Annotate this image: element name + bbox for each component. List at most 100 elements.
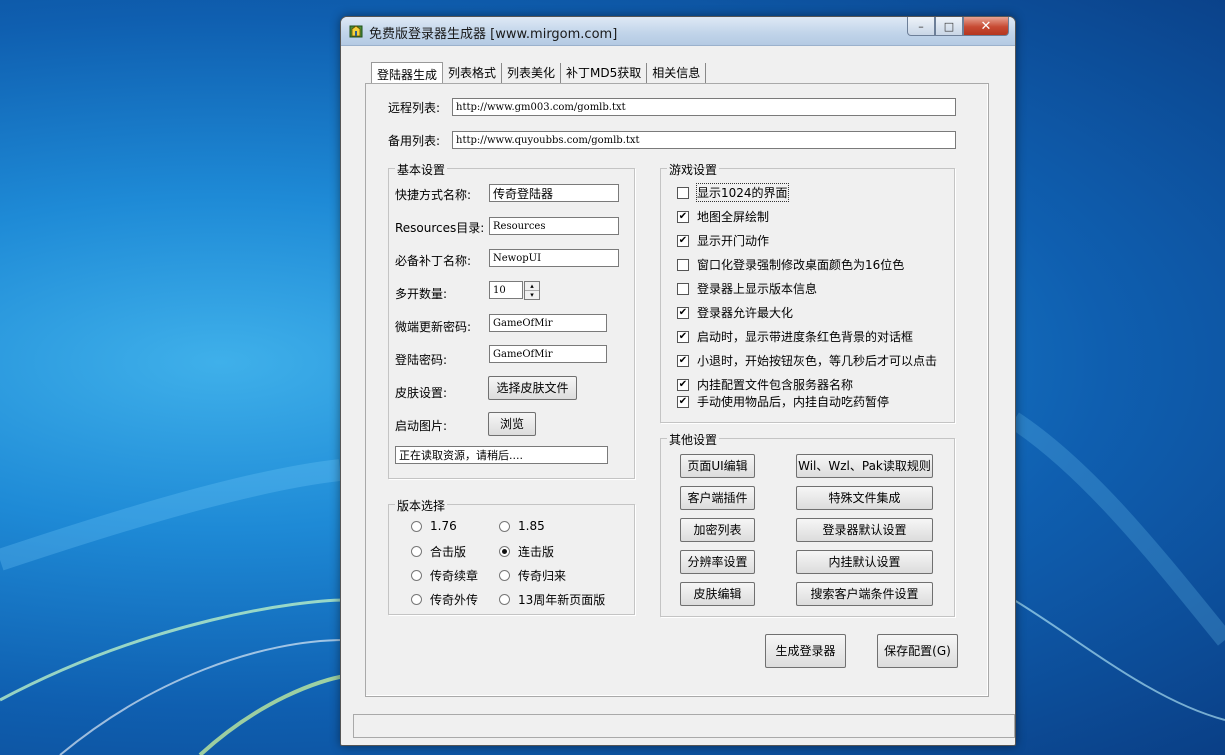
game-setting-checkbox[interactable]: ✔ 启动时，显示带进度条红色背景的对话框 (677, 328, 913, 345)
window-title: 免费版登录器生成器 [www.mirgom.com] (369, 27, 618, 42)
browse-button[interactable]: 浏览 (488, 412, 536, 436)
title-bar[interactable]: 免费版登录器生成器 [www.mirgom.com] – □ ✕ (341, 17, 1015, 46)
version-option[interactable]: 1.76 (411, 519, 457, 533)
close-button[interactable]: ✕ (963, 17, 1009, 36)
minimize-button[interactable]: – (907, 17, 935, 36)
multi-open-spinner[interactable]: ▴ ▾ (524, 281, 540, 300)
search-client-button[interactable]: 搜索客户端条件设置 (796, 582, 933, 606)
radio-icon[interactable] (499, 594, 510, 605)
other-settings-group: 其他设置 页面UI编辑 Wil、Wzl、Pak读取规则 客户端插件 特殊文件集成… (660, 431, 955, 617)
skin-settings-label: 皮肤设置: (395, 386, 448, 400)
game-setting-label: 手动使用物品后，内挂自动吃药暂停 (697, 395, 890, 409)
game-setting-label: 显示开门动作 (697, 234, 770, 248)
special-files-button[interactable]: 特殊文件集成 (796, 486, 933, 510)
loading-status-field: 正在读取资源，请稍后.... (395, 446, 608, 464)
game-setting-checkbox[interactable]: ✔ 登录器允许最大化 (677, 304, 793, 321)
radio-icon[interactable] (499, 546, 510, 557)
checkmark-icon[interactable]: ✔ (677, 306, 689, 319)
resources-dir-label: Resources目录: (395, 221, 485, 235)
skin-edit-button[interactable]: 皮肤编辑 (680, 582, 755, 606)
resolution-button[interactable]: 分辨率设置 (680, 550, 755, 574)
checkmark-icon[interactable]: ✔ (677, 210, 689, 223)
page-ui-edit-button[interactable]: 页面UI编辑 (680, 454, 755, 478)
generator-page: 远程列表: http://www.gm003.com/gomlb.txt 备用列… (365, 83, 989, 697)
version-option[interactable]: 传奇归来 (499, 567, 566, 584)
spin-up-icon[interactable]: ▴ (525, 282, 539, 291)
game-setting-checkbox[interactable]: ✔ 小退时，开始按钮灰色，等几秒后才可以点击 (677, 352, 937, 369)
radio-selected-dot (502, 549, 507, 554)
checkmark-icon[interactable]: ✔ (677, 354, 689, 367)
checkmark-icon[interactable]: ✔ (677, 378, 689, 391)
login-password-input[interactable]: GameOfMir (489, 345, 607, 363)
game-setting-checkbox[interactable]: ✔ 显示开门动作 (677, 232, 769, 249)
radio-icon[interactable] (411, 546, 422, 557)
game-setting-checkbox[interactable]: 显示1024的界面 (677, 183, 789, 202)
version-option[interactable]: 连击版 (499, 543, 554, 560)
multi-open-input[interactable]: 10 (489, 281, 523, 299)
version-option[interactable]: 合击版 (411, 543, 466, 560)
app-icon (349, 25, 363, 38)
maximize-icon: □ (943, 19, 955, 33)
checkmark-icon[interactable]: ✔ (677, 234, 689, 247)
checkbox-icon[interactable] (677, 186, 689, 199)
close-icon: ✕ (980, 18, 992, 34)
checkbox-icon[interactable] (677, 282, 689, 295)
shortcut-name-label: 快捷方式名称: (395, 188, 472, 202)
game-setting-label: 内挂配置文件包含服务器名称 (697, 378, 854, 392)
radio-icon[interactable] (499, 570, 510, 581)
choose-skin-button[interactable]: 选择皮肤文件 (488, 376, 577, 400)
encrypt-list-button[interactable]: 加密列表 (680, 518, 755, 542)
save-config-button[interactable]: 保存配置(G) (877, 634, 958, 668)
radio-icon[interactable] (499, 520, 510, 532)
version-group: 版本选择 1.76 1.85 合击版 连击版 传奇续章 传奇归来 传奇外传 13周年新页面版 (388, 497, 635, 615)
version-option-label: 1.85 (518, 519, 545, 533)
update-password-input[interactable]: GameOfMir (489, 314, 607, 332)
game-setting-checkbox[interactable]: ✔ 手动使用物品后，内挂自动吃药暂停 (677, 393, 889, 410)
shortcut-name-input[interactable]: 传奇登陆器 (489, 184, 619, 202)
patch-name-input[interactable]: NewopUI (489, 249, 619, 267)
game-setting-checkbox[interactable]: 窗口化登录强制修改桌面颜色为16位色 (677, 256, 904, 273)
game-setting-checkbox[interactable]: 登录器上显示版本信息 (677, 280, 817, 297)
radio-icon[interactable] (411, 520, 422, 532)
version-option[interactable]: 传奇外传 (411, 591, 478, 608)
checkmark-icon[interactable]: ✔ (677, 395, 689, 408)
game-setting-label: 登录器上显示版本信息 (697, 282, 818, 296)
version-option-label: 13周年新页面版 (518, 593, 606, 607)
resources-dir-input[interactable]: Resources (489, 217, 619, 235)
remote-list-input[interactable]: http://www.gm003.com/gomlb.txt (452, 98, 956, 116)
login-default-button[interactable]: 登录器默认设置 (796, 518, 933, 542)
game-setting-label: 显示1024的界面 (696, 183, 789, 202)
game-setting-checkbox[interactable]: ✔ 地图全屏绘制 (677, 208, 769, 225)
version-option-label: 1.76 (430, 519, 457, 533)
patch-name-label: 必备补丁名称: (395, 254, 472, 268)
version-option-label: 连击版 (518, 545, 555, 559)
client-area: 登陆器生成 列表格式 列表美化 补丁MD5获取 相关信息 远程列表: http:… (347, 47, 1015, 739)
spin-down-icon[interactable]: ▾ (525, 291, 539, 299)
version-option-label: 传奇归来 (518, 569, 567, 583)
maximize-button[interactable]: □ (935, 17, 963, 36)
remote-list-label: 远程列表: (388, 101, 441, 115)
game-setting-label: 小退时，开始按钮灰色，等几秒后才可以点击 (697, 354, 938, 368)
version-option-label: 传奇外传 (430, 593, 479, 607)
basic-settings-group: 基本设置 快捷方式名称: 传奇登陆器 Resources目录: Resource… (388, 161, 635, 479)
generate-launcher-button[interactable]: 生成登录器 (765, 634, 846, 668)
read-rules-button[interactable]: Wil、Wzl、Pak读取规则 (796, 454, 933, 478)
radio-icon[interactable] (411, 594, 422, 605)
client-plugin-button[interactable]: 客户端插件 (680, 486, 755, 510)
plugin-default-button[interactable]: 内挂默认设置 (796, 550, 933, 574)
game-setting-label: 登录器允许最大化 (697, 306, 794, 320)
backup-list-label: 备用列表: (388, 134, 441, 148)
checkmark-icon[interactable]: ✔ (677, 330, 689, 343)
game-settings-group: 游戏设置 显示1024的界面 ✔ 地图全屏绘制 ✔ 显示开门动作 窗口化登录强制修改桌面颜… (660, 161, 955, 423)
backup-list-input[interactable]: http://www.quyoubbs.com/gomlb.txt (452, 131, 956, 149)
minimize-icon: – (918, 19, 924, 33)
version-option[interactable]: 传奇续章 (411, 567, 478, 584)
radio-icon[interactable] (411, 570, 422, 581)
basic-settings-title: 基本设置 (395, 161, 448, 178)
checkbox-icon[interactable] (677, 258, 689, 271)
version-option[interactable]: 13周年新页面版 (499, 591, 605, 608)
game-setting-checkbox[interactable]: ✔ 内挂配置文件包含服务器名称 (677, 376, 853, 393)
status-bar (353, 714, 1015, 738)
version-option[interactable]: 1.85 (499, 519, 545, 533)
version-option-label: 传奇续章 (430, 569, 479, 583)
